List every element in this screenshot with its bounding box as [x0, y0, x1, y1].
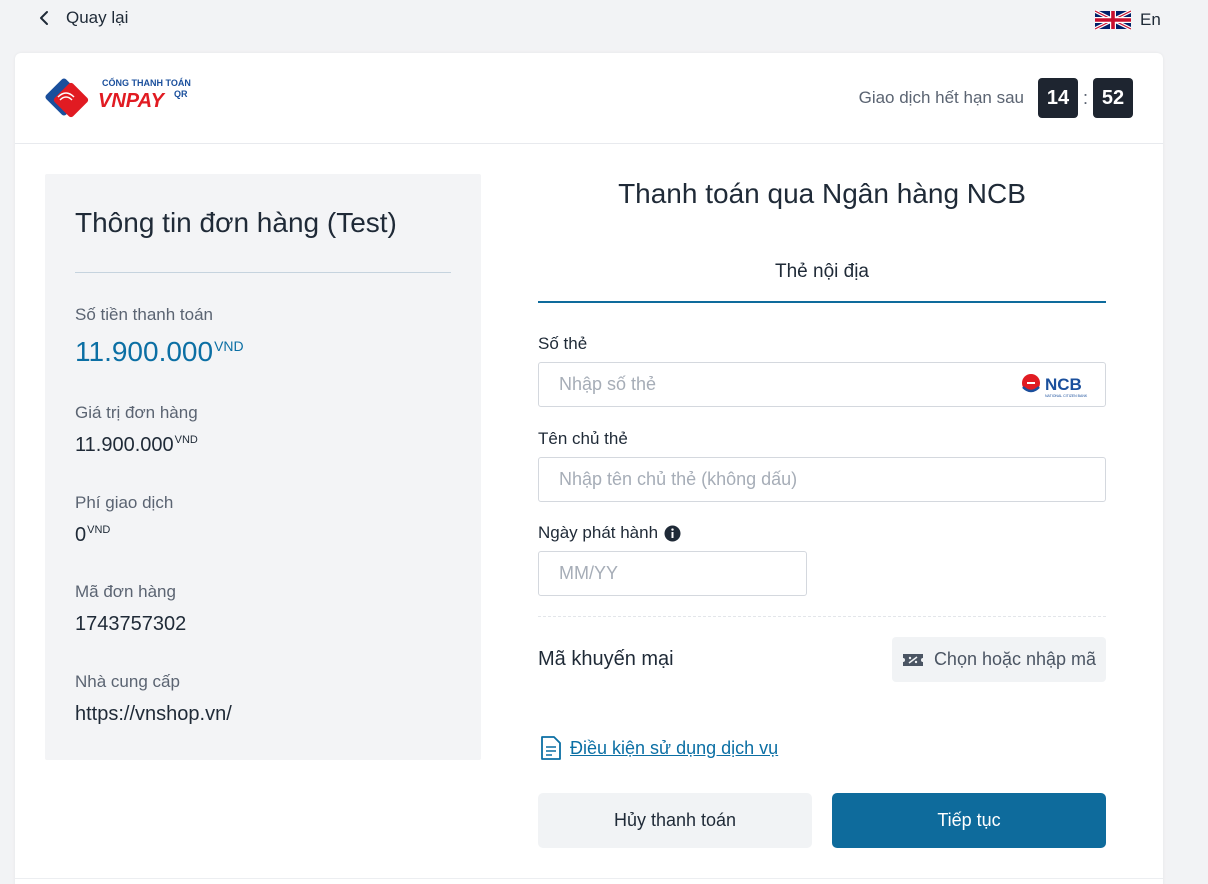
- chevron-left-icon: [40, 11, 48, 25]
- terms-label: Điều kiện sử dụng dịch vụ: [570, 737, 779, 758]
- fee-label: Phí giao dịch: [75, 493, 174, 512]
- tab-domestic-card[interactable]: Thẻ nội địa: [538, 247, 1106, 303]
- payment-title: Thanh toán qua Ngân hàng NCB: [618, 178, 1026, 209]
- uk-flag-icon: [1095, 10, 1131, 30]
- order-info-title: Thông tin đơn hàng (Test): [75, 207, 397, 238]
- card-number-label: Số thẻ: [538, 334, 588, 353]
- back-label: Quay lại: [66, 8, 129, 27]
- provider-label: Nhà cung cấp: [75, 672, 180, 691]
- issue-date-input[interactable]: MM/YY: [538, 551, 807, 596]
- language-switcher[interactable]: En: [1095, 10, 1161, 30]
- amount-label: Số tiền thanh toán: [75, 305, 214, 324]
- svg-text:CỔNG THANH TOÁN: CỔNG THANH TOÁN: [102, 77, 191, 88]
- order-info-panel: Thông tin đơn hàng (Test) Số tiền thanh …: [45, 174, 481, 760]
- holder-label: Tên chủ thẻ: [538, 429, 628, 448]
- order-value-label: Giá trị đơn hàng: [75, 403, 198, 422]
- continue-button[interactable]: Tiếp tục: [832, 793, 1106, 848]
- card-number-placeholder: Nhập số thẻ: [559, 374, 657, 394]
- terms-link[interactable]: Điều kiện sử dụng dịch vụ: [540, 735, 778, 761]
- card-header: CỔNG THANH TOÁN VNPAY QR Giao dịch hết h…: [15, 53, 1163, 144]
- document-icon: [541, 736, 561, 760]
- fee-currency: VND: [87, 524, 111, 537]
- vnpay-logo: CỔNG THANH TOÁN VNPAY QR: [45, 77, 191, 118]
- card-number-input[interactable]: Nhập số thẻ NCB NATIONAL CITIZEN BANK: [538, 362, 1106, 407]
- order-id-value: 1743757302: [75, 613, 187, 635]
- expiry-timer: Giao dịch hết hạn sau 14 : 52: [859, 78, 1133, 118]
- svg-text:VNPAY: VNPAY: [98, 90, 166, 112]
- divider: [75, 272, 451, 273]
- timer-minutes: 14: [1038, 78, 1078, 118]
- svg-text:NCB: NCB: [1045, 375, 1082, 394]
- promo-label: Mã khuyến mại: [538, 648, 674, 670]
- svg-text:NATIONAL CITIZEN BANK: NATIONAL CITIZEN BANK: [1045, 394, 1088, 398]
- amount-value: 11.900.000VND: [75, 336, 244, 367]
- timer-seconds: 52: [1093, 78, 1133, 118]
- cancel-payment-button[interactable]: Hủy thanh toán: [538, 793, 812, 848]
- timer-separator: :: [1082, 87, 1088, 108]
- top-bar: Quay lại En: [0, 0, 1208, 40]
- back-button[interactable]: Quay lại: [36, 8, 128, 28]
- promo-divider: [538, 616, 1106, 617]
- holder-name-input[interactable]: Nhập tên chủ thẻ (không dấu): [538, 457, 1106, 502]
- order-id-label: Mã đơn hàng: [75, 582, 176, 601]
- svg-text:QR: QR: [174, 89, 188, 99]
- promo-code-button[interactable]: Chọn hoặc nhập mã: [892, 637, 1106, 682]
- expiry-label: Giao dịch hết hạn sau: [858, 88, 1024, 107]
- fee-value: 0VND: [75, 524, 111, 546]
- language-label: En: [1140, 10, 1161, 29]
- provider-value: https://vnshop.vn/: [75, 703, 232, 725]
- payment-card: CỔNG THANH TOÁN VNPAY QR Giao dịch hết h…: [15, 53, 1163, 884]
- info-icon[interactable]: [664, 525, 681, 542]
- ncb-bank-logo: NCB NATIONAL CITIZEN BANK: [1022, 374, 1088, 398]
- order-value: 11.900.000VND: [75, 434, 198, 456]
- order-value-currency: VND: [174, 434, 198, 447]
- holder-placeholder: Nhập tên chủ thẻ (không dấu): [559, 469, 798, 489]
- issue-date-placeholder: MM/YY: [559, 563, 619, 583]
- promo-button-label: Chọn hoặc nhập mã: [933, 649, 1097, 669]
- amount-currency: VND: [214, 337, 244, 354]
- ticket-icon: [902, 653, 923, 666]
- footer-divider: [15, 878, 1163, 879]
- issue-date-label: Ngày phát hành: [538, 523, 681, 543]
